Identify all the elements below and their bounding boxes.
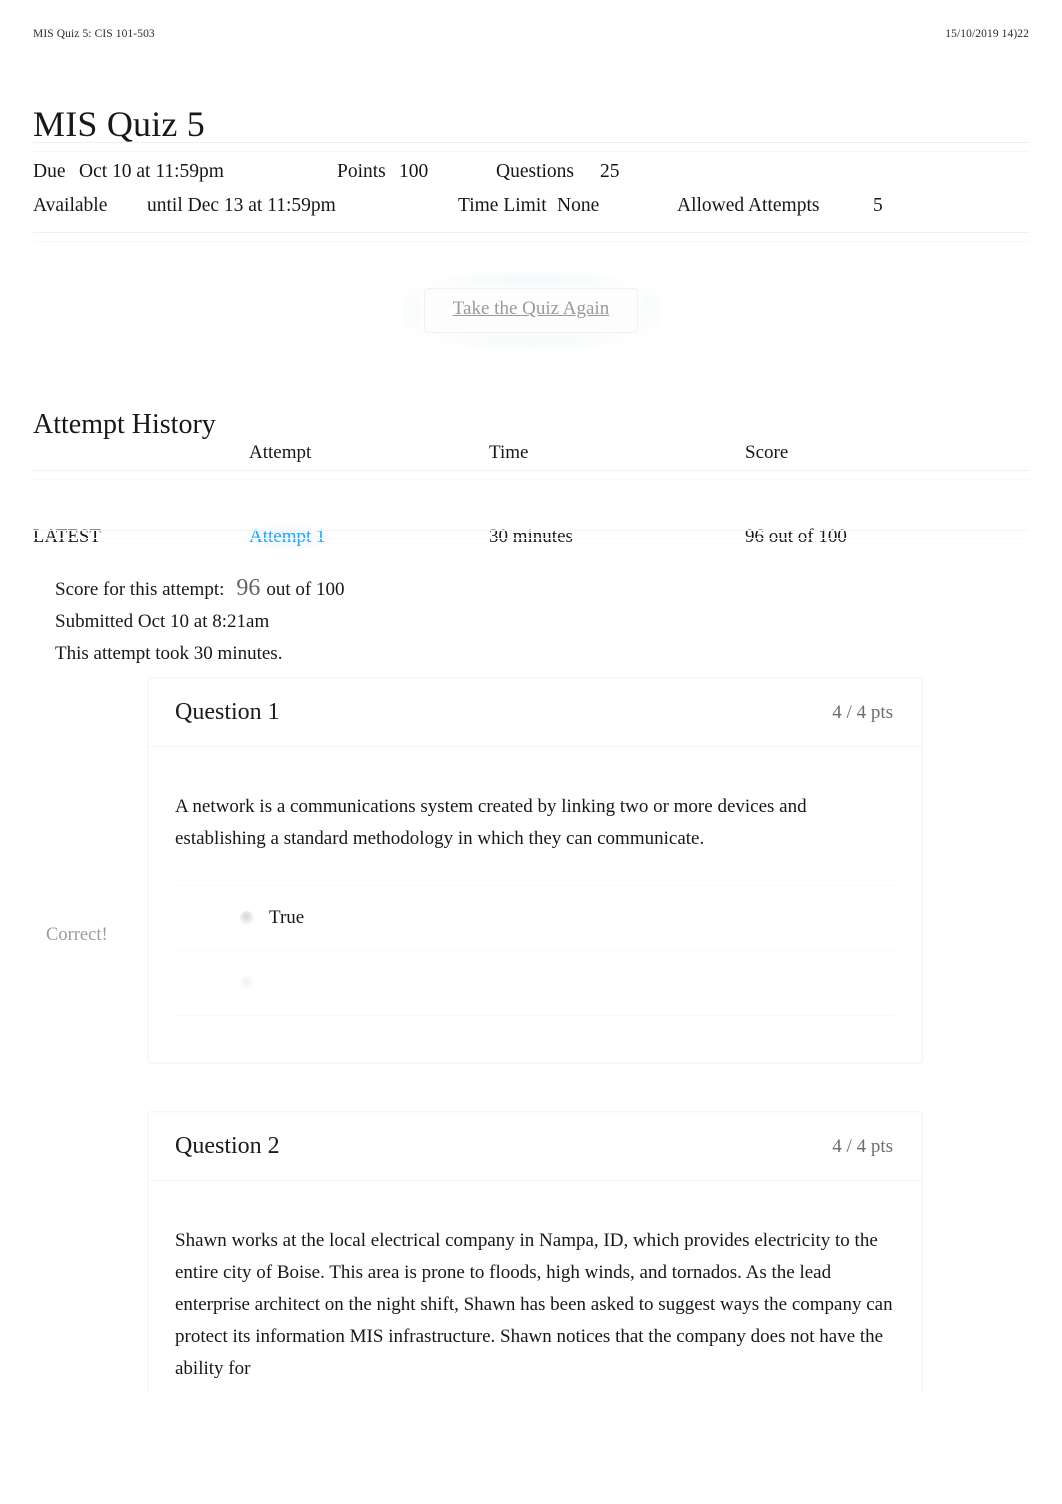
column-header-attempt: Attempt	[249, 442, 312, 463]
score-suffix: out of 100	[266, 579, 345, 600]
question-card-body: A network is a communications system cre…	[149, 747, 921, 1016]
divider-table-header	[33, 470, 1029, 471]
question-points: 4 / 4 pts	[832, 701, 893, 723]
print-header-title: MIS Quiz 5: CIS 101-503	[33, 28, 155, 40]
divider-meta-bottom	[33, 232, 1029, 233]
question-points: 4 / 4 pts	[832, 1135, 893, 1157]
available-value: until Dec 13 at 11:59pm	[147, 195, 336, 216]
points-label: Points	[337, 161, 386, 182]
question-card-header: Question 2 4 / 4 pts	[149, 1113, 921, 1181]
question-card: Question 1 4 / 4 pts A network is a comm…	[148, 678, 922, 1063]
take-quiz-again-halo: Take the Quiz Again	[401, 272, 661, 349]
take-quiz-again-button[interactable]: Take the Quiz Again	[423, 288, 639, 333]
attempt-history-table: Attempt Time Score LATEST Attempt 1 30 m…	[33, 442, 1029, 568]
questions-label: Questions	[496, 161, 574, 182]
radio-icon[interactable]	[240, 911, 254, 925]
submitted-line: Submitted Oct 10 at 8:21am	[55, 611, 270, 632]
radio-icon[interactable]	[240, 976, 254, 990]
quiz-meta-row-2: Available until Dec 13 at 11:59pm Time Lim…	[33, 189, 1029, 223]
attempt-summary: Score for this attempt: 96 out of 100 Subm…	[55, 572, 345, 670]
answer-label: True	[269, 907, 305, 928]
attempt-history-heading: Attempt History	[33, 409, 216, 441]
time-limit-label: Time Limit	[458, 195, 547, 216]
question-card-body: Shawn works at the local electrical comp…	[149, 1181, 921, 1385]
question-text: A network is a communications system cre…	[175, 796, 807, 849]
quiz-meta-row-1: Due Oct 10 at 11:59pm Points 100 Questions 25	[33, 155, 1029, 189]
points-value: 100	[399, 161, 429, 182]
quiz-meta: Due Oct 10 at 11:59pm Points 100 Questions 25…	[33, 155, 1029, 223]
page-title: MIS Quiz 5	[33, 104, 205, 145]
divider-title-bottom-shadow	[33, 151, 1029, 152]
attempt-score-line: Score for this attempt: 96 out of 100	[55, 572, 345, 606]
column-header-time: Time	[489, 442, 529, 463]
allowed-attempts-value: 5	[873, 195, 883, 216]
question-card: Question 2 4 / 4 pts Shawn works at the …	[148, 1112, 922, 1394]
take-quiz-again-container: Take the Quiz Again	[0, 272, 1062, 349]
print-header-timestamp: 15/10/2019 14)22	[945, 28, 1029, 40]
question-card-header: Question 1 4 / 4 pts	[149, 679, 921, 747]
answer-option-true[interactable]: True	[175, 886, 895, 951]
time-limit-value: None	[557, 195, 600, 216]
divider-meta-bottom-shadow	[33, 241, 1029, 242]
due-label: Due	[33, 161, 66, 182]
divider-table-row	[33, 530, 1029, 531]
column-header-score: Score	[745, 442, 789, 463]
divider-table-header-shadow	[33, 479, 1029, 480]
answer-option-second[interactable]	[175, 951, 895, 1016]
question-text: Shawn works at the local electrical comp…	[175, 1230, 893, 1379]
allowed-attempts-label: Allowed Attempts	[677, 195, 820, 216]
due-value: Oct 10 at 11:59pm	[79, 161, 224, 182]
question-title: Question 2	[175, 1133, 280, 1159]
score-value: 96	[236, 575, 261, 601]
question-result-label: Correct!	[46, 925, 108, 945]
score-label: Score for this attempt:	[55, 579, 225, 600]
divider-title-bottom	[33, 142, 1029, 143]
table-row: LATEST Attempt 1 30 minutes 96 out of 10…	[33, 524, 1029, 568]
page-bottom-cutoff	[0, 1392, 1062, 1504]
table-header-row: Attempt Time Score	[33, 442, 1029, 484]
divider-table-row-shadow	[33, 538, 1029, 539]
print-header: MIS Quiz 5: CIS 101-503 15/10/2019 14)22	[33, 28, 1029, 46]
duration-line: This attempt took 30 minutes.	[55, 643, 283, 664]
questions-value: 25	[600, 161, 620, 182]
available-label: Available	[33, 195, 108, 216]
answer-list: True	[175, 885, 895, 1016]
attempt-1-link[interactable]: Attempt 1	[243, 524, 332, 549]
question-title: Question 1	[175, 699, 280, 725]
